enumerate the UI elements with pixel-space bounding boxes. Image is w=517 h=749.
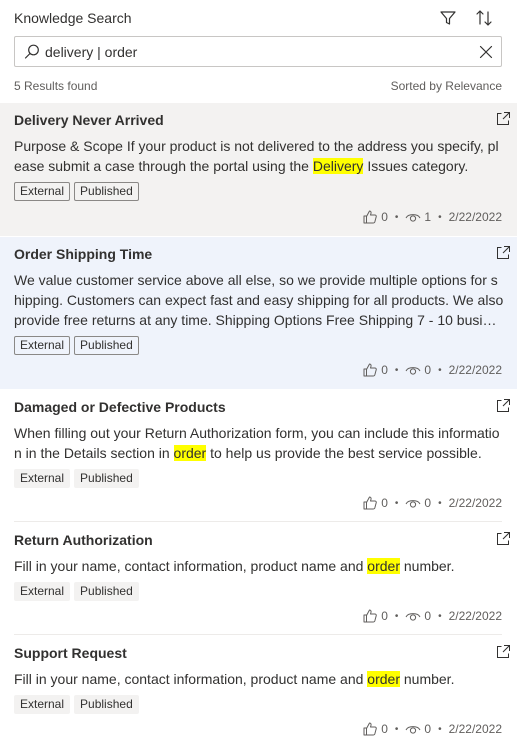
result-card[interactable]: Support Request Fill in your name, conta… xyxy=(0,636,517,748)
tag-list: External Published xyxy=(14,469,139,488)
panel-title: Knowledge Search xyxy=(14,10,132,26)
sort-icon[interactable] xyxy=(473,7,495,29)
tag-external: External xyxy=(14,695,71,714)
result-snippet: Fill in your name, contact information, … xyxy=(14,671,455,687)
tag-external: External xyxy=(14,469,71,488)
result-title[interactable]: Delivery Never Arrived xyxy=(14,112,164,128)
result-snippet: Purpose & Scope If your product is not d… xyxy=(14,138,499,174)
divider xyxy=(14,521,502,522)
open-in-new-window-icon[interactable] xyxy=(495,531,511,547)
eye-icon xyxy=(405,608,421,624)
tag-list: External Published xyxy=(14,336,139,355)
result-meta: 0 • 0 • 2/22/2022 xyxy=(362,720,502,738)
result-card[interactable]: Damaged or Defective Products When filli… xyxy=(0,390,517,522)
tag-published: Published xyxy=(74,182,139,201)
result-meta: 0 • 1 • 2/22/2022 xyxy=(362,208,502,226)
tag-external: External xyxy=(14,182,71,201)
results-count: 5 Results found xyxy=(14,79,98,93)
like-count: 0 xyxy=(381,609,388,623)
tag-list: External Published xyxy=(14,695,139,714)
tag-list: External Published xyxy=(14,182,139,201)
search-icon xyxy=(23,43,41,61)
tag-published: Published xyxy=(74,469,139,488)
thumbs-up-icon[interactable] xyxy=(362,721,378,737)
result-title[interactable]: Return Authorization xyxy=(14,532,153,548)
thumbs-up-icon[interactable] xyxy=(362,362,378,378)
tag-published: Published xyxy=(74,582,139,601)
search-highlight: order xyxy=(173,445,207,461)
like-count: 0 xyxy=(381,496,388,510)
search-highlight: Delivery xyxy=(312,158,364,174)
panel-header: Knowledge Search xyxy=(0,0,517,36)
result-meta: 0 • 0 • 2/22/2022 xyxy=(362,494,502,512)
filter-icon[interactable] xyxy=(437,7,459,29)
close-icon[interactable] xyxy=(476,42,496,62)
view-count: 0 xyxy=(424,363,432,377)
open-in-new-window-icon[interactable] xyxy=(495,245,511,261)
view-count: 0 xyxy=(424,609,432,623)
thumbs-up-icon[interactable] xyxy=(362,209,378,225)
view-count: 1 xyxy=(424,210,432,224)
eye-icon xyxy=(405,721,421,737)
like-count: 0 xyxy=(381,722,388,736)
eye-icon xyxy=(405,495,421,511)
thumbs-up-icon[interactable] xyxy=(362,495,378,511)
eye-icon xyxy=(405,209,421,225)
result-snippet: When filling out your Return Authorizati… xyxy=(14,425,500,461)
search-highlight: order xyxy=(367,558,400,574)
modified-date: 2/22/2022 xyxy=(448,722,502,736)
modified-date: 2/22/2022 xyxy=(448,363,502,377)
tag-published: Published xyxy=(74,336,139,355)
view-count: 0 xyxy=(424,722,432,736)
result-meta: 0 • 0 • 2/22/2022 xyxy=(362,361,502,379)
tag-external: External xyxy=(14,336,71,355)
modified-date: 2/22/2022 xyxy=(448,496,502,510)
result-card[interactable]: Return Authorization Fill in your name, … xyxy=(0,523,517,635)
sort-label: Sorted by Relevance xyxy=(390,79,502,93)
search-box xyxy=(14,36,502,67)
result-title[interactable]: Order Shipping Time xyxy=(14,246,152,262)
result-card[interactable]: Order Shipping Time We value customer se… xyxy=(0,237,517,389)
like-count: 0 xyxy=(381,210,388,224)
eye-icon xyxy=(405,362,421,378)
modified-date: 2/22/2022 xyxy=(448,210,502,224)
result-meta: 0 • 0 • 2/22/2022 xyxy=(362,607,502,625)
open-in-new-window-icon[interactable] xyxy=(495,398,511,414)
open-in-new-window-icon[interactable] xyxy=(495,111,511,127)
open-in-new-window-icon[interactable] xyxy=(495,644,511,660)
thumbs-up-icon[interactable] xyxy=(362,608,378,624)
search-input[interactable] xyxy=(45,42,465,62)
result-snippet: We value customer service above all else… xyxy=(14,272,504,328)
result-snippet: Fill in your name, contact information, … xyxy=(14,558,455,574)
like-count: 0 xyxy=(381,363,388,377)
result-card[interactable]: Delivery Never Arrived Purpose & Scope I… xyxy=(0,103,517,236)
tag-published: Published xyxy=(74,695,139,714)
tag-list: External Published xyxy=(14,582,139,601)
result-title[interactable]: Damaged or Defective Products xyxy=(14,399,226,415)
view-count: 0 xyxy=(424,496,432,510)
search-highlight: order xyxy=(367,671,400,687)
modified-date: 2/22/2022 xyxy=(448,609,502,623)
divider xyxy=(14,634,502,635)
result-title[interactable]: Support Request xyxy=(14,645,127,661)
tag-external: External xyxy=(14,582,71,601)
